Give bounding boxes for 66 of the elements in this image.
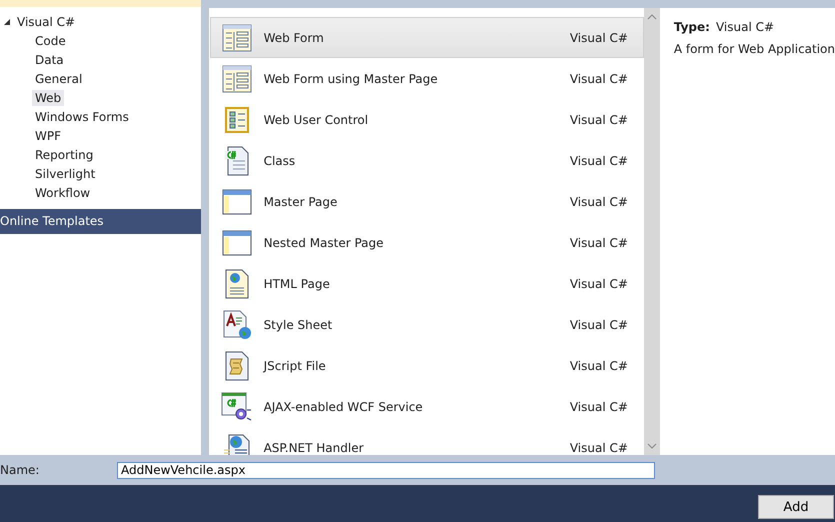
template-name: HTML Page <box>262 276 331 290</box>
template-item[interactable]: Master Page Visual C# <box>210 181 644 222</box>
web-form-icon <box>222 64 252 92</box>
code-file-icon <box>224 146 250 176</box>
expand-triangle-icon[interactable] <box>3 18 11 26</box>
template-name: Web Form using Master Page <box>262 72 439 86</box>
tree-section-item[interactable]: Online Templates <box>0 209 201 234</box>
web-form-icon <box>222 24 252 52</box>
template-language: Visual C# <box>570 236 629 250</box>
type-label: Type: <box>674 20 710 34</box>
template-item[interactable]: Style Sheet Visual C# <box>210 304 644 345</box>
tree-item[interactable]: Web <box>32 90 64 106</box>
template-name: Nested Master Page <box>262 236 385 250</box>
template-item[interactable]: AJAX-enabled WCF Service Visual C# <box>210 386 644 427</box>
template-language: Visual C# <box>570 72 629 86</box>
template-language: Visual C# <box>570 112 629 126</box>
tree-item[interactable]: Workflow <box>32 184 94 200</box>
name-label: Name: <box>0 463 40 477</box>
template-item[interactable]: Class Visual C# <box>210 140 644 181</box>
template-language: Visual C# <box>570 358 629 372</box>
tree-item[interactable]: Code <box>32 32 69 48</box>
template-language: Visual C# <box>570 318 629 332</box>
template-item[interactable]: ASP.NET Handler Visual C# <box>210 427 644 455</box>
template-language: Visual C# <box>570 276 629 290</box>
template-language: Visual C# <box>570 30 629 44</box>
template-name: Style Sheet <box>262 318 334 332</box>
type-value: Visual C# <box>716 20 774 34</box>
template-name: Class <box>262 154 296 168</box>
add-button[interactable]: Add <box>758 495 834 519</box>
name-input[interactable]: AddNewVehcile.aspx <box>117 462 655 478</box>
tree-item[interactable]: Visual C# <box>0 12 201 31</box>
style-sheet-icon <box>222 310 252 340</box>
template-language: Visual C# <box>570 440 629 454</box>
scroll-down-icon[interactable] <box>646 443 657 449</box>
template-name: Master Page <box>262 194 338 208</box>
handler-file-icon <box>222 434 251 455</box>
template-name: JScript File <box>262 358 327 372</box>
tree-item[interactable]: Data <box>32 52 67 68</box>
template-language: Visual C# <box>570 400 629 414</box>
master-page-icon <box>222 188 252 214</box>
tree-item[interactable]: WPF <box>32 128 64 144</box>
template-name: AJAX-enabled WCF Service <box>262 400 424 414</box>
tree-item[interactable]: Windows Forms <box>32 108 132 124</box>
template-name: Web Form <box>262 30 325 44</box>
tree-label: Visual C# <box>17 14 76 28</box>
html-page-icon <box>224 268 249 298</box>
template-language: Visual C# <box>570 194 629 208</box>
tree-item[interactable]: Reporting <box>32 146 96 162</box>
tree-item[interactable]: Silverlight <box>32 166 98 182</box>
template-item[interactable]: HTML Page Visual C# <box>210 263 644 304</box>
template-item[interactable]: Web Form using Master Page Visual C# <box>210 58 644 99</box>
template-name: ASP.NET Handler <box>262 440 365 454</box>
scrollbar[interactable] <box>644 8 660 455</box>
template-description: A form for Web Application <box>674 42 835 56</box>
scroll-up-icon[interactable] <box>646 14 657 20</box>
template-name: Web User Control <box>262 112 370 126</box>
tree-item[interactable]: General <box>32 70 86 86</box>
template-item[interactable]: Web User Control Visual C# <box>210 99 644 140</box>
service-icon <box>220 392 253 422</box>
template-item[interactable]: Nested Master Page Visual C# <box>210 222 644 263</box>
script-file-icon <box>224 350 249 380</box>
template-item[interactable]: Web Form Visual C# <box>210 17 644 58</box>
template-item[interactable]: JScript File Visual C# <box>210 345 644 386</box>
user-control-icon <box>224 106 249 132</box>
master-page-icon <box>222 230 252 256</box>
template-language: Visual C# <box>570 154 629 168</box>
